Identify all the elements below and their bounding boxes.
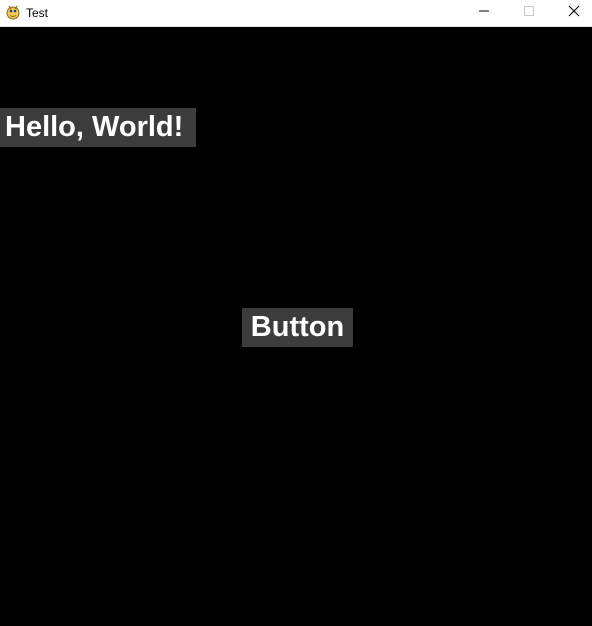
close-button[interactable] — [551, 0, 592, 26]
app-window: Test Hello, World! Button — [0, 0, 592, 626]
window-title: Test — [26, 6, 49, 20]
canvas-area: Hello, World! Button — [0, 27, 592, 626]
main-button[interactable]: Button — [242, 308, 353, 347]
hello-world-label: Hello, World! — [0, 108, 196, 147]
close-icon — [568, 4, 580, 22]
python-snake-icon — [5, 4, 21, 20]
title-bar[interactable]: Test — [0, 0, 592, 27]
minimize-icon — [478, 4, 490, 22]
minimize-button[interactable] — [461, 0, 506, 26]
maximize-button[interactable] — [506, 0, 551, 26]
maximize-icon — [523, 4, 535, 22]
